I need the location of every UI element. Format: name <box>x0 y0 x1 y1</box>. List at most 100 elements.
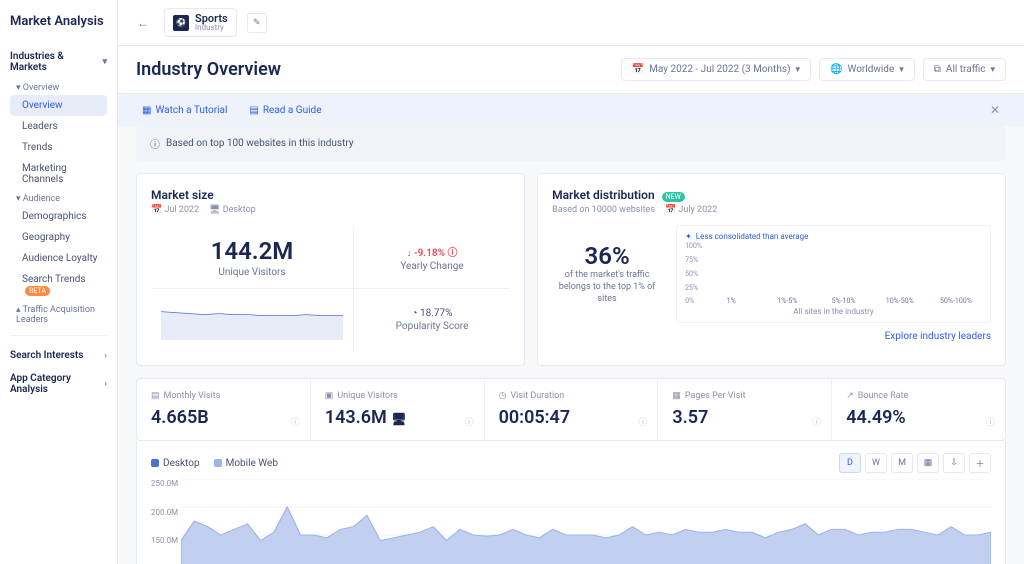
sidebar-item-demographics[interactable]: Demographics <box>10 206 107 227</box>
gauge-icon: ◔ <box>412 308 418 319</box>
distribution-txt: of the market's traffic belongs to the t… <box>552 270 662 305</box>
date-range-picker[interactable]: 📅 May 2022 - Jul 2022 (3 Months) ▾ <box>621 58 811 81</box>
header-bar: Industry Overview 📅 May 2022 - Jul 2022 … <box>118 46 1024 94</box>
chevron-right-icon: › <box>104 379 107 389</box>
metric-pages-per-visit: ▦Pages Per Visit 3.57 ⓘ <box>658 379 832 440</box>
granularity-day[interactable]: D <box>839 453 861 473</box>
sidebar-item-search-trends[interactable]: Search Trends BETA <box>10 269 107 301</box>
sidebar-item-marketing-channels[interactable]: Marketing Channels <box>10 158 107 190</box>
sidebar-item-loyalty[interactable]: Audience Loyalty <box>10 248 107 269</box>
granularity-week[interactable]: W <box>865 453 887 473</box>
visits-icon: ▤ <box>151 391 160 401</box>
add-button[interactable]: ＋ <box>969 453 991 473</box>
info-icon[interactable]: ⓘ <box>812 415 821 428</box>
sidebar-title: Market Analysis <box>0 14 117 45</box>
excel-icon: ▦ <box>924 458 933 468</box>
sparkle-icon: ✦ <box>685 232 692 241</box>
pencil-icon: ✎ <box>253 18 261 28</box>
chevron-down-icon: ▾ <box>16 194 21 204</box>
calendar-icon: 📅 <box>665 205 676 215</box>
sidebar-item-geography[interactable]: Geography <box>10 227 107 248</box>
sidebar-group-overview[interactable]: ▾ Overview <box>10 79 107 95</box>
info-icon[interactable]: ⓘ <box>291 415 300 428</box>
close-icon: ✕ <box>990 103 1000 117</box>
chevron-right-icon: › <box>104 351 107 361</box>
entity-type: Industry <box>195 24 228 32</box>
back-button[interactable]: ← <box>132 12 154 34</box>
video-icon: ▦ <box>142 105 151 116</box>
desktop-icon: 🖥 <box>391 412 406 426</box>
sidebar-item-overview[interactable]: Overview <box>10 95 107 116</box>
page-title: Industry Overview <box>136 59 281 80</box>
traffic-area-chart <box>181 479 991 564</box>
popularity-value: 18.77% <box>420 308 452 319</box>
info-icon[interactable]: ⓘ <box>465 415 474 428</box>
pages-icon: ▦ <box>672 391 681 401</box>
export-excel-button[interactable]: ▦ <box>917 453 939 473</box>
new-badge: NEW <box>662 192 685 202</box>
region-picker[interactable]: 🌐 Worldwide ▾ <box>819 58 915 81</box>
watch-tutorial-link[interactable]: ▦ Watch a Tutorial <box>142 105 227 116</box>
desktop-icon: 🖥 <box>209 205 220 215</box>
notice-banner: ⓘ Based on top 100 websites in this indu… <box>136 126 1006 161</box>
device-icon: ⧉ <box>934 64 941 75</box>
sidebar-group-acquisition[interactable]: ▴ Traffic Acquisition Leaders <box>10 301 107 327</box>
legend-mobile[interactable]: Mobile Web <box>214 458 278 469</box>
metrics-row: ▤Monthly Visits 4.665B ⓘ ▣Unique Visitor… <box>136 378 1006 441</box>
sidebar-item-leaders[interactable]: Leaders <box>10 116 107 137</box>
sidebar: Market Analysis Industries & Markets ▾ ▾… <box>0 0 118 564</box>
download-button[interactable]: ⇩ <box>943 453 965 473</box>
card-title: Market distribution <box>552 188 655 202</box>
unique-visitors-value: 144.2M <box>211 237 294 265</box>
traffic-picker[interactable]: ⧉ All traffic ▾ <box>923 58 1006 81</box>
unique-visitors-label: Unique Visitors <box>218 267 285 278</box>
globe-icon: 🌐 <box>830 64 842 75</box>
entity-chip[interactable]: ⚽ Sports Industry <box>164 8 237 37</box>
chevron-down-icon: ▾ <box>990 65 995 75</box>
read-guide-link[interactable]: ▤ Read a Guide <box>249 105 321 116</box>
info-icon[interactable]: ⓘ <box>638 415 647 428</box>
user-icon: ▣ <box>325 391 334 401</box>
chevron-down-icon: ▾ <box>795 65 800 75</box>
chevron-up-icon: ▴ <box>16 305 21 315</box>
sparkline-chart <box>161 300 343 340</box>
clock-icon: ◷ <box>499 391 507 401</box>
sidebar-item-search-interests[interactable]: Search Interests › <box>10 344 107 367</box>
book-icon: ▤ <box>249 105 258 116</box>
arrow-left-icon: ← <box>137 16 149 30</box>
sidebar-group-audience[interactable]: ▾ Audience <box>10 190 107 206</box>
sidebar-item-app-category[interactable]: App Category Analysis › <box>10 367 107 401</box>
distribution-bar-chart: 100% 75% 50% 25% 0% 1% 1%-5% 5%-10% 10%-… <box>685 245 982 305</box>
close-helpbar-button[interactable]: ✕ <box>990 103 1000 117</box>
bounce-icon: ↗ <box>846 391 854 401</box>
industry-icon: ⚽ <box>173 15 189 31</box>
popularity-label: Popularity Score <box>396 321 469 332</box>
info-icon: ⓘ <box>150 136 160 151</box>
yearly-change-value: ↓ -9.18% ⓘ <box>407 244 458 259</box>
metric-visit-duration: ◷Visit Duration 00:05:47 ⓘ <box>485 379 659 440</box>
metric-unique-visitors: ▣Unique Visitors 143.6M 🖥 ⓘ <box>311 379 485 440</box>
metric-bounce-rate: ↗Bounce Rate 44.49% ⓘ <box>832 379 1005 440</box>
sidebar-section-industries[interactable]: Industries & Markets ▾ <box>10 45 107 79</box>
legend-desktop[interactable]: Desktop <box>151 458 200 469</box>
help-bar: ▦ Watch a Tutorial ▤ Read a Guide ✕ <box>118 94 1024 126</box>
plus-icon: ＋ <box>975 457 984 470</box>
download-icon: ⇩ <box>950 458 958 468</box>
edit-button[interactable]: ✎ <box>247 13 267 33</box>
metric-monthly-visits: ▤Monthly Visits 4.665B ⓘ <box>137 379 311 440</box>
chevron-down-icon: ▾ <box>16 83 21 93</box>
chart-caption: All sites in the industry <box>685 307 982 316</box>
granularity-month[interactable]: M <box>891 453 913 473</box>
chevron-down-icon: ▾ <box>899 65 904 75</box>
topbar: ← ⚽ Sports Industry ✎ <box>118 0 1024 46</box>
calendar-icon: 📅 <box>151 205 162 215</box>
divider <box>10 335 107 336</box>
distribution-pct: 36% <box>585 242 630 270</box>
traffic-chart-card: Desktop Mobile Web D W M ▦ ⇩ ＋ 250.0M <box>136 441 1006 564</box>
yearly-change-label: Yearly Change <box>400 261 463 272</box>
calendar-icon: 📅 <box>632 64 644 75</box>
explore-leaders-link[interactable]: Explore industry leaders <box>552 331 991 342</box>
market-size-card: Market size 📅 Jul 2022 🖥 Desktop 144.2M … <box>136 173 525 366</box>
info-icon[interactable]: ⓘ <box>986 415 995 428</box>
sidebar-item-trends[interactable]: Trends <box>10 137 107 158</box>
